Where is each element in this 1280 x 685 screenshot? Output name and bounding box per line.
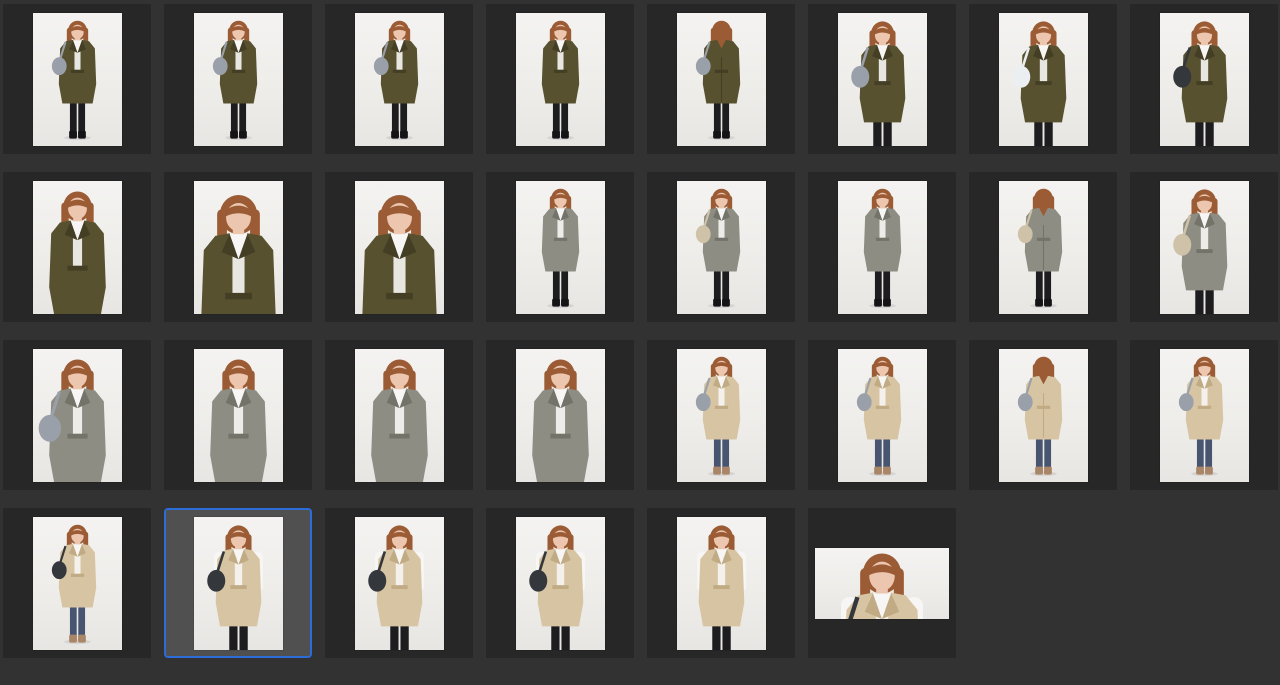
photo-tile[interactable] <box>969 340 1117 490</box>
model-figure-illustration <box>516 181 605 314</box>
photo-thumbnail <box>33 349 122 482</box>
photo-thumbnail <box>516 13 605 146</box>
photo-tile[interactable] <box>3 4 151 154</box>
photo-thumbnail <box>355 181 444 314</box>
photo-tile[interactable] <box>969 172 1117 322</box>
photo-thumbnail <box>194 349 283 482</box>
photo-thumbnail <box>838 181 927 314</box>
photo-tile[interactable] <box>486 340 634 490</box>
photo-thumbnail <box>33 181 122 314</box>
model-figure-illustration <box>355 181 444 314</box>
photo-thumbnail <box>838 349 927 482</box>
photo-tile-selected[interactable] <box>164 508 312 658</box>
model-figure-illustration <box>1160 349 1249 482</box>
photo-tile[interactable] <box>3 340 151 490</box>
model-figure-illustration <box>33 349 122 482</box>
photo-thumbnail <box>194 181 283 314</box>
photo-thumbnail <box>838 13 927 146</box>
photo-thumbnail <box>677 349 766 482</box>
photo-thumbnail <box>33 13 122 146</box>
photo-thumbnail <box>194 517 283 650</box>
model-figure-illustration <box>516 349 605 482</box>
model-figure-illustration <box>355 13 444 146</box>
photo-tile[interactable] <box>164 172 312 322</box>
model-figure-illustration <box>999 181 1088 314</box>
gallery-view <box>0 0 1280 685</box>
photo-tile[interactable] <box>647 4 795 154</box>
model-figure-illustration <box>194 181 283 314</box>
model-figure-illustration <box>838 181 927 314</box>
photo-tile[interactable] <box>486 172 634 322</box>
model-figure-illustration <box>194 13 283 146</box>
photo-tile[interactable] <box>808 340 956 490</box>
photo-tile[interactable] <box>3 508 151 658</box>
photo-tile[interactable] <box>325 340 473 490</box>
photo-thumbnail <box>999 349 1088 482</box>
photo-thumbnail <box>1160 349 1249 482</box>
model-figure-illustration <box>33 13 122 146</box>
photo-thumbnail <box>355 349 444 482</box>
photo-thumbnail <box>815 548 949 619</box>
photo-tile[interactable] <box>1130 4 1278 154</box>
photo-tile[interactable] <box>969 4 1117 154</box>
photo-tile[interactable] <box>486 508 634 658</box>
model-figure-illustration <box>516 517 605 650</box>
model-figure-illustration <box>1160 13 1249 146</box>
model-figure-illustration <box>999 349 1088 482</box>
photo-thumbnail <box>677 517 766 650</box>
photo-tile[interactable] <box>164 340 312 490</box>
photo-thumbnail <box>516 517 605 650</box>
model-figure-illustration <box>33 181 122 314</box>
model-figure-illustration <box>355 349 444 482</box>
model-figure-illustration <box>677 517 766 650</box>
photo-tile[interactable] <box>3 172 151 322</box>
photo-thumbnail <box>355 13 444 146</box>
model-figure-illustration <box>194 517 283 650</box>
model-figure-illustration <box>1160 181 1249 314</box>
photo-tile[interactable] <box>325 172 473 322</box>
photo-thumbnail <box>677 181 766 314</box>
photo-tile[interactable] <box>325 4 473 154</box>
model-figure-illustration <box>677 13 766 146</box>
photo-thumbnail <box>677 13 766 146</box>
model-figure-illustration <box>815 548 949 619</box>
photo-tile[interactable] <box>647 508 795 658</box>
model-figure-illustration <box>194 349 283 482</box>
photo-thumbnail <box>516 181 605 314</box>
photo-tile[interactable] <box>647 172 795 322</box>
model-figure-illustration <box>677 349 766 482</box>
model-figure-illustration <box>838 349 927 482</box>
model-figure-illustration <box>999 13 1088 146</box>
model-figure-illustration <box>355 517 444 650</box>
photo-thumbnail <box>516 349 605 482</box>
model-figure-illustration <box>838 13 927 146</box>
photo-thumbnail <box>999 13 1088 146</box>
photo-tile[interactable] <box>325 508 473 658</box>
model-figure-illustration <box>516 13 605 146</box>
photo-tile[interactable] <box>164 4 312 154</box>
photo-thumbnail <box>1160 181 1249 314</box>
photo-tile[interactable] <box>647 340 795 490</box>
photo-grid <box>0 0 1280 658</box>
photo-tile[interactable] <box>808 4 956 154</box>
photo-tile[interactable] <box>486 4 634 154</box>
photo-thumbnail <box>999 181 1088 314</box>
photo-tile[interactable] <box>1130 340 1278 490</box>
photo-thumbnail <box>355 517 444 650</box>
photo-thumbnail <box>1160 13 1249 146</box>
model-figure-illustration <box>33 517 122 650</box>
photo-thumbnail <box>194 13 283 146</box>
photo-thumbnail <box>33 517 122 650</box>
photo-tile[interactable] <box>1130 172 1278 322</box>
model-figure-illustration <box>677 181 766 314</box>
photo-tile[interactable] <box>808 172 956 322</box>
photo-tile[interactable] <box>808 508 956 658</box>
